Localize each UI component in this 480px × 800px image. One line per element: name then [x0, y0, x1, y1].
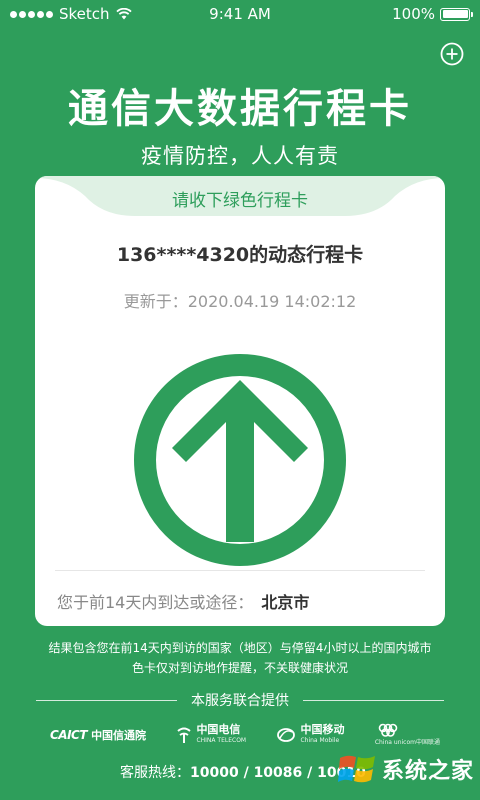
itinerary-card: 请收下绿色行程卡 136****4320的动态行程卡 更新于：2020.04.1… — [35, 176, 445, 626]
card-divider — [55, 570, 425, 571]
partner-logos: CAICT 中国信通院 中国电信 CHINA TELECOM 中国移动 Chin… — [50, 720, 440, 750]
page-title: 通信大数据行程卡 — [68, 86, 412, 132]
disclaimer: 结果包含您在前14天内到访的国家（地区）与停留4小时以上的国内城市 色卡仅对到访… — [20, 638, 460, 678]
hotline-label: 客服热线： — [120, 765, 190, 781]
mobile-sub: China Mobile — [300, 737, 340, 744]
green-arrow-icon — [134, 354, 346, 566]
telecom-logo: 中国电信 CHINA TELECOM — [176, 724, 246, 746]
update-info: 更新于：2020.04.19 14:02:12 — [35, 288, 445, 312]
caict-name: 中国信通院 — [91, 729, 147, 742]
watermark-text: 系统之家 — [381, 759, 474, 784]
add-circle-icon[interactable] — [440, 42, 464, 66]
card-tab: 请收下绿色行程卡 — [35, 176, 445, 216]
unicom-logo: China unicom中国联通 — [375, 723, 440, 748]
disclaimer-line-2: 色卡仅对到访地作提醒，不关联健康状况 — [131, 661, 348, 675]
disclaimer-line-1: 结果包含您在前14天内到访的国家（地区）与停留4小时以上的国内城市 — [48, 641, 432, 655]
battery-percent: 100% — [392, 5, 435, 23]
status-right: 100% — [392, 5, 473, 23]
watermark: 系统之家 — [337, 752, 474, 786]
page-subtitle: 疫情防控，人人有责 — [141, 144, 339, 168]
update-time: 2020.04.19 14:02:12 — [187, 292, 357, 311]
unicom-name: China unicom中国联通 — [374, 738, 440, 746]
provider-label: 本服务联合提供 — [191, 693, 289, 709]
unicom-knot-icon — [378, 723, 398, 737]
mobile-logo: 中国移动 China Mobile — [276, 724, 344, 746]
battery-icon — [440, 7, 473, 21]
telecom-name: 中国电信 — [196, 723, 241, 736]
windows-logo-icon — [337, 755, 375, 783]
route-city: 北京市 — [261, 593, 310, 612]
hotline: 客服热线：10000 / 10086 / 10010 — [120, 762, 366, 782]
caict-mark: CAICT — [50, 728, 88, 742]
telecom-sub: CHINA TELECOM — [196, 737, 247, 744]
provider-line-right — [303, 699, 444, 701]
route-info: 您于前14天内到达或途径： 北京市 — [57, 589, 309, 613]
provider-header: 本服务联合提供 — [36, 690, 444, 710]
card-tab-label: 请收下绿色行程卡 — [172, 191, 308, 211]
mobile-icon — [277, 728, 296, 742]
route-label: 您于前14天内到达或途径： — [57, 593, 254, 612]
update-label: 更新于： — [123, 292, 188, 311]
status-bar: Sketch 9:41 AM 100% — [0, 0, 480, 28]
mobile-name: 中国移动 — [300, 723, 345, 736]
phone-title: 136****4320的动态行程卡 — [116, 244, 364, 266]
provider-line-left — [36, 699, 177, 701]
telecom-icon — [177, 727, 192, 743]
caict-logo: CAICT 中国信通院 — [50, 727, 146, 743]
